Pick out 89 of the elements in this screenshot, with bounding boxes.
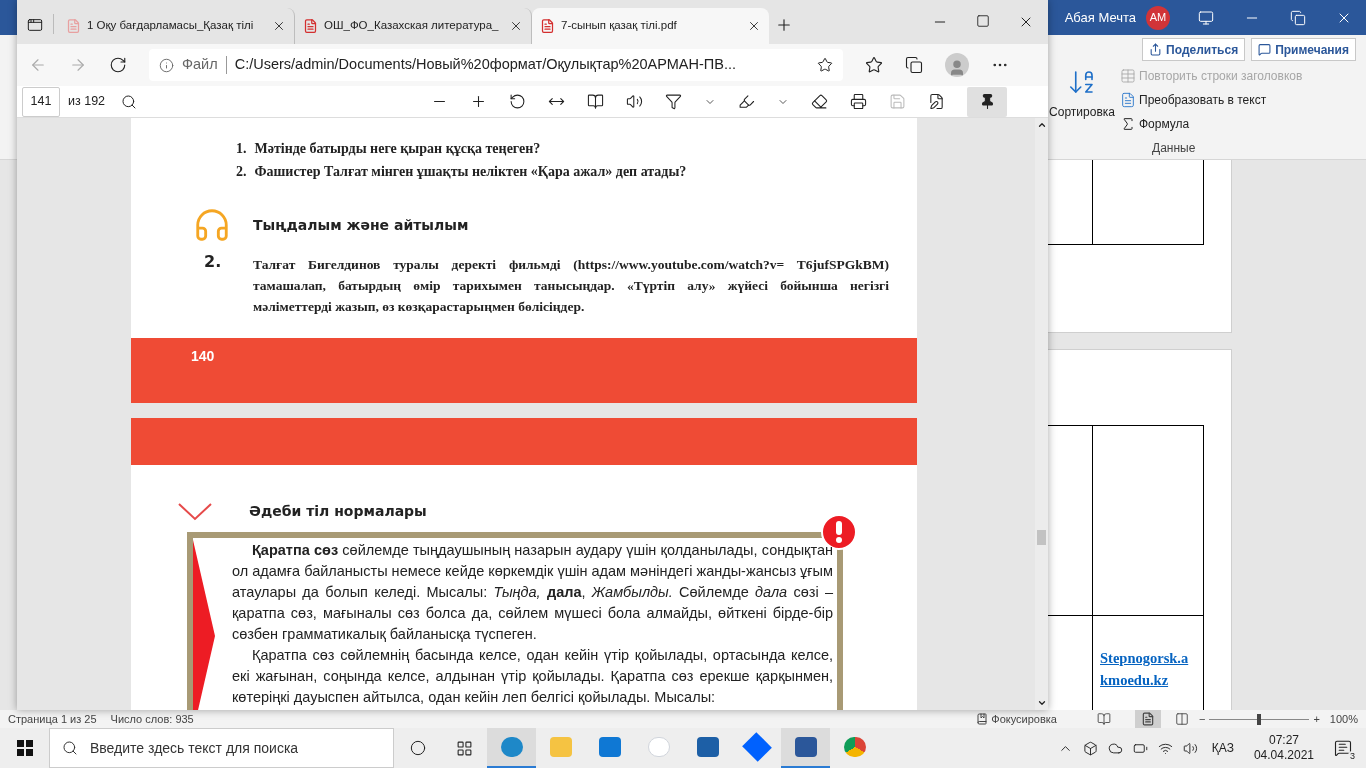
formula-icon xyxy=(1120,115,1136,132)
ribbon-command[interactable]: Формула xyxy=(1120,113,1303,134)
tab-title: 7-сынып қазақ тілі.pdf xyxy=(561,18,678,34)
refresh-icon[interactable] xyxy=(109,56,127,74)
document-link[interactable]: Stepnogorsk.a kmoedu.kz xyxy=(1100,647,1203,691)
pdf-file-icon xyxy=(66,18,81,34)
focus-button[interactable]: Фокусировка xyxy=(976,710,1057,728)
section-title: Әдеби тіл нормалары xyxy=(249,502,427,521)
user-avatar[interactable]: AM xyxy=(1146,5,1170,30)
ribbon-display-icon[interactable] xyxy=(1198,9,1214,26)
eraser-icon[interactable] xyxy=(811,93,828,110)
question-number: 2. xyxy=(236,163,247,181)
volume-icon[interactable] xyxy=(1182,740,1198,756)
zoom-in-icon[interactable] xyxy=(470,93,487,110)
scroll-up-icon[interactable] xyxy=(1036,120,1047,130)
page-count: из 192 xyxy=(68,93,106,111)
ribbon-command[interactable]: Преобразовать в текст xyxy=(1120,89,1303,110)
pin-toolbar-button[interactable] xyxy=(967,86,1007,117)
ribbon-group-label: Данные xyxy=(1152,140,1197,157)
maximize-icon[interactable] xyxy=(976,14,990,28)
cloud-icon[interactable] xyxy=(1107,740,1123,756)
user-name: Абая Мечта xyxy=(1064,8,1136,27)
page-view-icon[interactable] xyxy=(587,93,604,110)
scroll-down-icon[interactable] xyxy=(1036,698,1047,708)
taskbar-app[interactable] xyxy=(781,728,830,768)
pdf-file-icon xyxy=(303,18,318,34)
close-tab-icon[interactable] xyxy=(509,19,523,33)
taskbar-search-field[interactable]: Введите здесь текст для поиска xyxy=(49,728,394,768)
language-indicator[interactable]: ҚАЗ xyxy=(1211,739,1234,757)
task-text: Талғат Бигелдинов туралы деректі фильмді (https://www.youtube.com/watch?v= T6jufSPGkBM) тамашалап, батырдың өмір тарихымен танысыңдар. «Түртіп алу» жүйесі бойынша негізгі мәліметтерді жазып, өз көзқарастарыңмен бөлісіңдер. xyxy=(253,256,889,316)
search-icon xyxy=(62,740,78,756)
add-favorite-icon[interactable] xyxy=(817,57,833,73)
close-tab-icon[interactable] xyxy=(272,19,286,33)
share-icon xyxy=(1149,43,1163,56)
rule-paragraph: Қаратпа сөз сөйлемнің басында келсе, одан кейін үтір қойылады, ортасында келсе, екі жағынан, соңында келсе, алдынан үтір қойылады. Қаратпа сөз ерекше қарқынмен, көтеріңкі дауыспен айтылса, одан кейін леп белгісі қойылады. Мысалы: xyxy=(232,646,833,707)
pdf-file-icon xyxy=(540,18,555,34)
profile-icon[interactable] xyxy=(945,53,969,77)
rule-paragraph: Қаратпа сөз сөйлемде тыңдаушының назарын аудару үшін қолданылады, сондықтан ол адамға байланысты немесе кейде көркемдік үшін адам мәніндегі жанды-жансыз ұғым атаулары да болып келеді. Мысалы: Тыңда, дала, Жамбылды. Сөйлемде дала сөзі – қаратпа сөз, мағыналы сөз болса да, сөйлем мүшесі бола алмайды, өйткені бірде-бір сөзбен грамматикалық байланысқа түспеген. xyxy=(232,541,833,644)
close-tab-icon[interactable] xyxy=(747,19,761,33)
rotate-icon[interactable] xyxy=(509,93,526,110)
favorites-icon[interactable] xyxy=(865,56,883,74)
print-layout-icon[interactable] xyxy=(1135,710,1161,728)
page-number-field[interactable]: 141 xyxy=(22,86,60,117)
highlight-icon[interactable] xyxy=(738,93,755,110)
focus-icon xyxy=(976,713,989,725)
read-aloud-icon[interactable] xyxy=(626,93,643,110)
tray-app-icon[interactable] xyxy=(1082,740,1098,756)
zoom-out-button[interactable]: − xyxy=(1199,710,1206,728)
repeat-rows-icon xyxy=(1120,67,1136,84)
taskbar-app[interactable] xyxy=(487,728,536,768)
tab-title: 1 Оқу бағдарламасы_Қазақ тілі xyxy=(87,18,255,34)
zoom-slider[interactable] xyxy=(1209,713,1310,725)
comments-button[interactable]: Примечания xyxy=(1251,38,1356,61)
windows-logo-icon[interactable] xyxy=(17,740,33,756)
word-count: Число слов: 935 xyxy=(110,711,194,727)
zoom-in-button[interactable]: + xyxy=(1313,710,1320,728)
browser-tab[interactable]: 7-сынып қазақ тілі.pdf xyxy=(532,8,769,44)
zoom-level[interactable]: 100% xyxy=(1329,710,1358,728)
question-number: 1. xyxy=(236,140,247,158)
info-icon[interactable] xyxy=(159,57,174,73)
scrollbar-thumb[interactable] xyxy=(1037,530,1046,545)
address-field[interactable]: Файл C:/Users/admin/Documents/Новый%20формат/Оқулықтар%20АРМАН-ПВ... xyxy=(149,49,843,81)
tab-actions-icon[interactable] xyxy=(27,17,43,33)
tab-title: ОШ_ФО_Казахская литература_ xyxy=(324,18,500,34)
restore-icon[interactable] xyxy=(1290,9,1306,26)
chevron-down-icon xyxy=(177,501,213,522)
question-text: Мәтінде батырды неге қыран құсқа теңеген? xyxy=(254,140,541,158)
new-tab-icon[interactable] xyxy=(775,16,793,34)
comment-icon xyxy=(1258,43,1272,56)
section-title: Тыңдалым және айтылым xyxy=(253,215,469,235)
search-placeholder: Введите здесь текст для поиска xyxy=(90,738,299,758)
search-icon[interactable] xyxy=(121,93,138,110)
print-icon[interactable] xyxy=(850,93,867,110)
convert-icon xyxy=(1120,91,1136,108)
task-number: 2. xyxy=(204,251,223,273)
headphones-icon xyxy=(193,206,231,244)
read-mode-icon[interactable] xyxy=(1097,712,1111,726)
collections-icon[interactable] xyxy=(905,56,923,74)
cortana-icon[interactable] xyxy=(410,740,426,756)
page-number: 140 xyxy=(191,348,215,364)
page-count: Страница 1 из 25 xyxy=(8,711,97,727)
task-view-icon[interactable] xyxy=(456,739,473,757)
slider-thumb[interactable] xyxy=(1257,713,1262,725)
share-button[interactable]: Поделиться xyxy=(1142,38,1246,61)
clock[interactable]: 07:27 04.04.2021 xyxy=(1253,733,1314,763)
web-layout-icon[interactable] xyxy=(1175,712,1189,726)
question-text: Фашистер Талғат мінген ұшақты неліктен «Қара ажал» деп атады? xyxy=(254,163,687,181)
sort-button[interactable]: Сортировка xyxy=(1050,67,1114,157)
save-as-icon[interactable] xyxy=(928,93,945,110)
